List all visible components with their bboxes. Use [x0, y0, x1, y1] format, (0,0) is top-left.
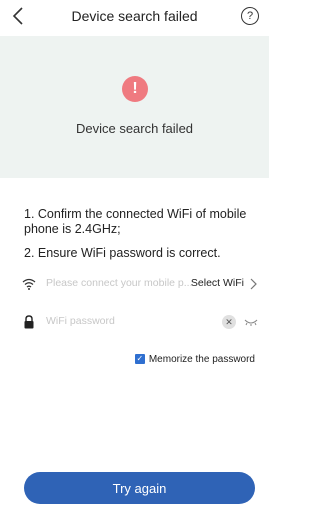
- question-circle-icon: ?: [246, 9, 254, 22]
- clear-icon[interactable]: ✕: [222, 315, 236, 329]
- screen: Device search failed ? ! Device search f…: [0, 0, 269, 509]
- wifi-input-placeholder[interactable]: Please connect your mobile p...: [46, 277, 193, 289]
- wifi-icon: [22, 278, 36, 290]
- header-bar: Device search failed ?: [0, 0, 269, 34]
- select-wifi-link[interactable]: Select WiFi: [191, 277, 244, 289]
- chevron-right-icon[interactable]: [248, 277, 258, 291]
- back-button[interactable]: [6, 4, 30, 28]
- help-button[interactable]: ?: [241, 7, 259, 25]
- memorize-password-option[interactable]: ✓ Memorize the password: [134, 352, 255, 366]
- memorize-label: Memorize the password: [148, 353, 255, 365]
- error-exclamation-icon: !: [122, 76, 148, 102]
- page-title: Device search failed: [71, 8, 198, 24]
- memorize-checkbox[interactable]: ✓: [134, 354, 145, 364]
- lock-icon: [24, 315, 34, 329]
- chevron-left-icon: [12, 7, 23, 25]
- password-input-placeholder[interactable]: WiFi password: [46, 315, 115, 327]
- eye-closed-icon[interactable]: [244, 317, 258, 327]
- wifi-field-row[interactable]: Please connect your mobile p... Select W…: [22, 272, 258, 298]
- password-field-row[interactable]: WiFi password ✕: [22, 310, 258, 336]
- status-message: Device search failed: [75, 121, 194, 136]
- instruction-2: 2. Ensure WiFi password is correct.: [24, 246, 221, 260]
- error-glyph: !: [132, 80, 138, 97]
- status-panel: ! Device search failed: [0, 36, 269, 178]
- try-again-button[interactable]: Try again: [24, 472, 255, 504]
- checkmark-icon: ✓: [136, 354, 144, 363]
- instruction-1: 1. Confirm the connected WiFi of mobile …: [24, 207, 247, 236]
